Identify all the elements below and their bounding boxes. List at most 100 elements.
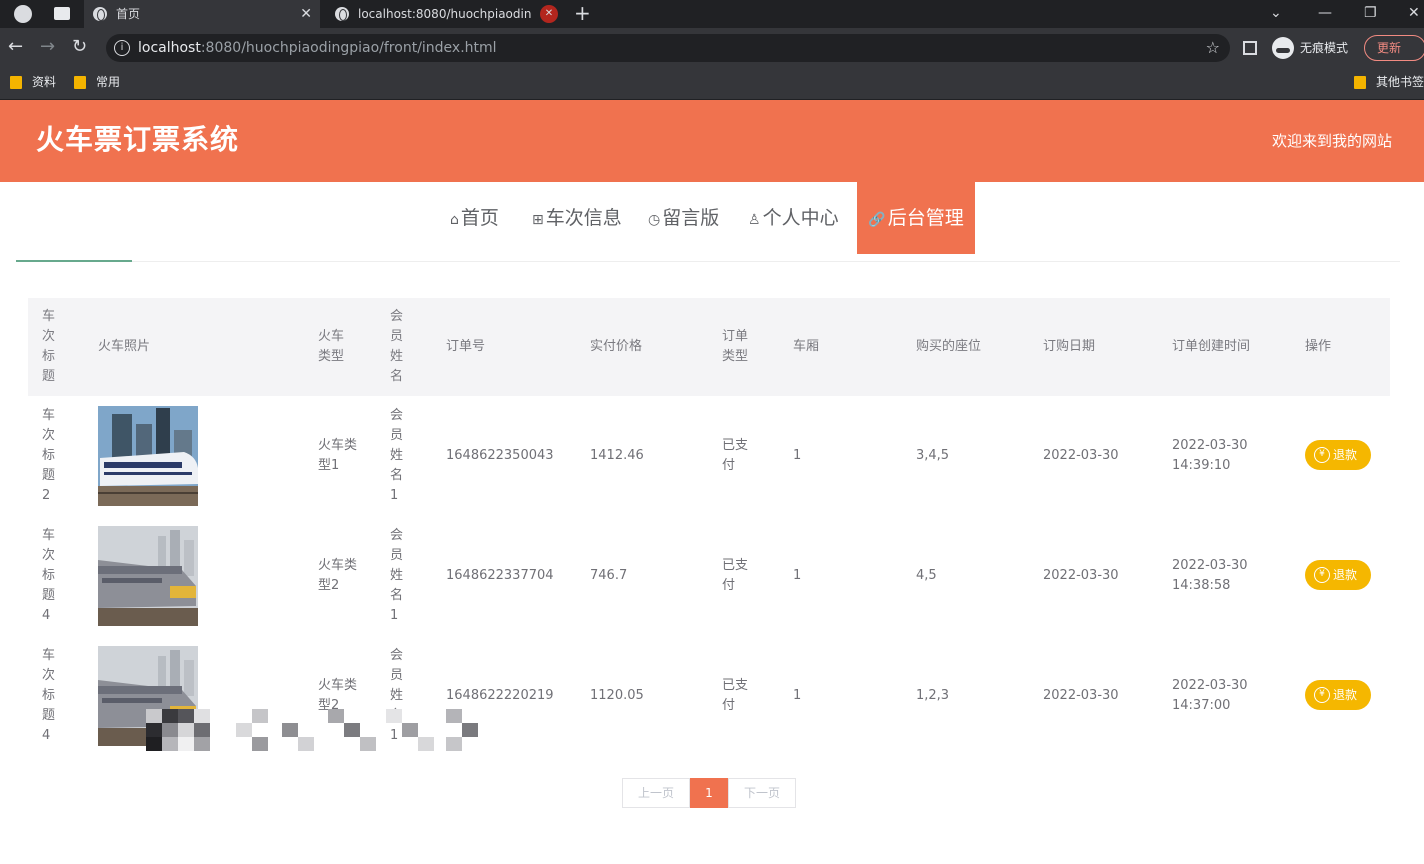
train-photo-image bbox=[98, 526, 198, 626]
chrome-profile-icon[interactable] bbox=[14, 5, 32, 23]
cell-date: 2022-03-30 bbox=[1043, 516, 1119, 636]
header-cell: 实付价格 bbox=[590, 298, 642, 396]
minimize-button[interactable]: — bbox=[1318, 0, 1332, 28]
header-cell: 车厢 bbox=[793, 298, 819, 396]
cell-text: 1 bbox=[793, 688, 802, 703]
reload-icon[interactable]: ↻ bbox=[72, 36, 87, 57]
back-arrow-icon[interactable]: ← bbox=[8, 36, 23, 57]
prev-page-button[interactable]: 上一页 bbox=[622, 778, 690, 808]
header-text: 购买的座位 bbox=[916, 339, 982, 354]
incognito-icon[interactable] bbox=[1272, 37, 1294, 59]
site-info-icon[interactable]: i bbox=[114, 40, 130, 56]
cell-text: 1648622220219 bbox=[446, 688, 554, 703]
cell-carriage: 1 bbox=[793, 516, 801, 636]
cell-price: 1412.46 bbox=[590, 396, 644, 516]
address-bar[interactable]: i localhost:8080/huochpiaodingpiao/front… bbox=[106, 34, 1230, 62]
bookmark-folder-ziliao[interactable]: 资料 bbox=[10, 68, 56, 96]
nav-label: 个人中心 bbox=[762, 207, 839, 229]
nav-label: 首页 bbox=[460, 207, 499, 229]
nav-label: 留言版 bbox=[662, 207, 720, 229]
cell-text: 2022-03-30 bbox=[1043, 568, 1119, 583]
header-text: 车厢 bbox=[793, 339, 820, 354]
header-text: 操作 bbox=[1305, 339, 1332, 354]
side-panel-icon[interactable] bbox=[1243, 41, 1257, 55]
browser-toolbar: ← → ↻ i localhost:8080/huochpiaodingpiao… bbox=[0, 28, 1424, 68]
cell-carriage: 1 bbox=[793, 636, 801, 756]
created-date: 2022-03-30 bbox=[1172, 438, 1248, 453]
cell-title: 车次标题2 bbox=[42, 396, 58, 516]
cell-text: 1648622350043 bbox=[446, 448, 554, 463]
cell-member: 会员姓名1 bbox=[390, 396, 406, 516]
refund-button[interactable]: ¥ 退款 bbox=[1305, 440, 1371, 470]
pagination: 上一页 1 下一页 bbox=[622, 778, 796, 808]
bookmark-folder-changyong[interactable]: 常用 bbox=[74, 68, 120, 96]
nav-item-train-info[interactable]: ⊞ 车次信息 bbox=[532, 182, 622, 254]
cell-text: 会员姓名1 bbox=[390, 528, 404, 623]
cell-title: 车次标题4 bbox=[42, 516, 58, 636]
incognito-label: 无痕模式 bbox=[1300, 41, 1349, 55]
url-text[interactable]: localhost:8080/huochpiaodingpiao/front/i… bbox=[138, 34, 497, 62]
close-tab-icon[interactable]: ✕ bbox=[540, 5, 558, 23]
refund-button[interactable]: ¥ 退款 bbox=[1305, 680, 1371, 710]
close-window-button[interactable]: ✕ bbox=[1408, 0, 1420, 28]
header-text: 订单类型 bbox=[722, 329, 749, 364]
cell-text: 2022-03-30 bbox=[1043, 448, 1119, 463]
created-date: 2022-03-30 bbox=[1172, 678, 1248, 693]
yen-icon: ¥ bbox=[1314, 687, 1330, 703]
next-page-button[interactable]: 下一页 bbox=[728, 778, 796, 808]
cell-order-type: 已支付 bbox=[722, 516, 752, 636]
header-cell: 火车照片 bbox=[98, 298, 150, 396]
forward-arrow-icon[interactable]: → bbox=[40, 36, 55, 57]
train-photo-image bbox=[98, 406, 198, 506]
welcome-text: 欢迎来到我的网站 bbox=[1271, 132, 1392, 150]
cell-text: 已支付 bbox=[722, 678, 749, 713]
tab-home[interactable]: 首页 ✕ bbox=[84, 0, 320, 28]
page-number-button[interactable]: 1 bbox=[690, 778, 728, 808]
header-cell: 会员姓名 bbox=[390, 298, 406, 396]
cell-text: 火车类型1 bbox=[318, 438, 358, 473]
home-icon: ⌂ bbox=[450, 212, 459, 228]
cell-order-type: 已支付 bbox=[722, 636, 752, 756]
nav-item-message-board[interactable]: ◷ 留言版 bbox=[648, 182, 719, 254]
tab-localhost[interactable]: localhost:8080/huochpiaodingpiao/front/i… bbox=[326, 0, 562, 28]
cell-text: 火车类型2 bbox=[318, 558, 358, 593]
cell-text: 2022-03-30 14:38:58 bbox=[1172, 556, 1248, 596]
link-icon: 🔗 bbox=[868, 212, 886, 228]
cell-text: 已支付 bbox=[722, 438, 749, 473]
cell-text: 会员姓名1 bbox=[390, 408, 404, 503]
header-cell: 订单创建时间 bbox=[1172, 298, 1250, 396]
yen-icon: ¥ bbox=[1314, 567, 1330, 583]
nav-item-admin[interactable]: 🔗 后台管理 bbox=[857, 182, 975, 254]
cell-price: 1120.05 bbox=[590, 636, 644, 756]
cell-text: 1,2,3 bbox=[916, 688, 950, 703]
bookmarks-bar: 资料 常用 其他书签 bbox=[0, 68, 1424, 100]
header-text: 订单号 bbox=[446, 339, 486, 354]
cell-seats: 3,4,5 bbox=[916, 396, 949, 516]
redaction-mosaic bbox=[146, 709, 484, 752]
table-header: 车次标题 火车照片 火车类型 会员姓名 订单号 实付价格 订单类型 车厢 购买的… bbox=[28, 298, 1390, 396]
restore-button[interactable]: ❐ bbox=[1364, 0, 1377, 28]
update-button[interactable]: 更新 bbox=[1364, 35, 1424, 61]
created-date: 2022-03-30 bbox=[1172, 558, 1248, 573]
bookmark-star-icon[interactable]: ☆ bbox=[1206, 38, 1220, 57]
new-tab-button[interactable]: + bbox=[574, 0, 591, 26]
created-time: 14:39:10 bbox=[1172, 458, 1231, 473]
tab-search-icon[interactable] bbox=[54, 7, 70, 20]
nav-item-personal-center[interactable]: ♙ 个人中心 bbox=[748, 182, 839, 254]
nav-indicator bbox=[16, 260, 132, 262]
cell-carriage: 1 bbox=[793, 396, 801, 516]
header-text: 车次标题 bbox=[42, 309, 56, 384]
refund-button[interactable]: ¥ 退款 bbox=[1305, 560, 1371, 590]
nav-item-home[interactable]: ⌂ 首页 bbox=[450, 182, 499, 254]
bookmark-folder-other[interactable]: 其他书签 bbox=[1354, 68, 1424, 96]
cell-seats: 1,2,3 bbox=[916, 636, 949, 756]
url-host: localhost bbox=[138, 40, 201, 56]
cell-created: 2022-03-30 14:38:58 bbox=[1172, 516, 1248, 636]
chevron-down-icon[interactable]: ⌄ bbox=[1270, 0, 1282, 28]
yen-icon: ¥ bbox=[1314, 447, 1330, 463]
close-tab-icon[interactable]: ✕ bbox=[300, 0, 312, 28]
header-cell: 火车类型 bbox=[318, 298, 348, 396]
cell-seats: 4,5 bbox=[916, 516, 937, 636]
train-photo bbox=[98, 406, 198, 506]
cell-text: 746.7 bbox=[590, 568, 628, 583]
